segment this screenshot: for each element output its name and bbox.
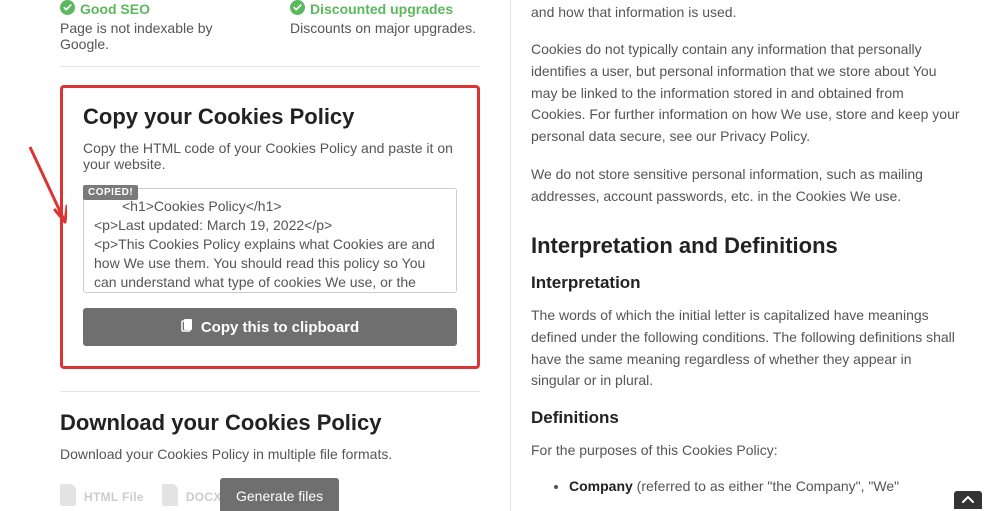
file-format-row: HTML File DOCX MD File Generate files <box>60 484 480 509</box>
download-lead: Download your Cookies Policy in multiple… <box>60 446 480 462</box>
file-label: DOCX <box>186 490 222 504</box>
term: Company <box>569 478 633 494</box>
generate-files-button[interactable]: Generate files <box>220 478 339 511</box>
feature-title: Good SEO <box>80 1 150 17</box>
check-icon <box>60 0 75 18</box>
html-snippet-textarea[interactable] <box>83 188 457 293</box>
check-icon <box>290 0 305 18</box>
feature-row: Good SEO Page is not indexable by Google… <box>60 0 480 52</box>
definitions-list: Company (referred to as either "the Comp… <box>531 478 960 494</box>
file-icon <box>162 484 180 509</box>
page: Good SEO Page is not indexable by Google… <box>0 0 1000 511</box>
feature-title: Discounted upgrades <box>310 1 453 17</box>
file-icon <box>60 484 78 509</box>
copy-heading: Copy your Cookies Policy <box>83 104 457 130</box>
copy-lead: Copy the HTML code of your Cookies Polic… <box>83 140 457 172</box>
file-option-docx[interactable]: DOCX <box>162 484 222 509</box>
list-item: Company (referred to as either "the Comp… <box>569 478 960 494</box>
feature-seo: Good SEO Page is not indexable by Google… <box>60 0 250 52</box>
article-column: type of cookies We use, or the informati… <box>510 0 1000 511</box>
scroll-to-top-button[interactable] <box>954 491 982 509</box>
left-column: Good SEO Page is not indexable by Google… <box>0 0 510 511</box>
feature-discount: Discounted upgrades Discounts on major u… <box>290 0 480 52</box>
feature-desc: Page is not indexable by Google. <box>60 20 250 52</box>
copied-badge: COPIED! <box>83 185 138 200</box>
subsection-heading: Definitions <box>531 408 960 428</box>
article-paragraph: For the purposes of this Cookies Policy: <box>531 440 960 462</box>
copy-button-label: Copy this to clipboard <box>201 319 359 336</box>
article-paragraph: We do not store sensitive personal infor… <box>531 164 960 207</box>
term-rest: (referred to as either "the Company", "W… <box>633 478 899 494</box>
copy-policy-card: Copy your Cookies Policy Copy the HTML c… <box>60 85 480 369</box>
copy-to-clipboard-button[interactable]: Copy this to clipboard <box>83 308 457 346</box>
article-paragraph: The words of which the initial letter is… <box>531 305 960 392</box>
snippet-wrap: COPIED! <box>83 188 457 296</box>
download-heading: Download your Cookies Policy <box>60 410 480 436</box>
file-option-html[interactable]: HTML File <box>60 484 144 509</box>
feature-desc: Discounts on major upgrades. <box>290 20 480 36</box>
section-heading: Interpretation and Definitions <box>531 233 960 259</box>
annotation-arrow <box>25 142 67 235</box>
divider <box>60 66 480 67</box>
file-label: HTML File <box>84 490 144 504</box>
divider <box>60 391 480 392</box>
subsection-heading: Interpretation <box>531 273 960 293</box>
article-paragraph: Cookies do not typically contain any inf… <box>531 39 960 147</box>
article-paragraph: type of cookies We use, or the informati… <box>531 0 960 23</box>
clipboard-icon <box>181 318 195 336</box>
